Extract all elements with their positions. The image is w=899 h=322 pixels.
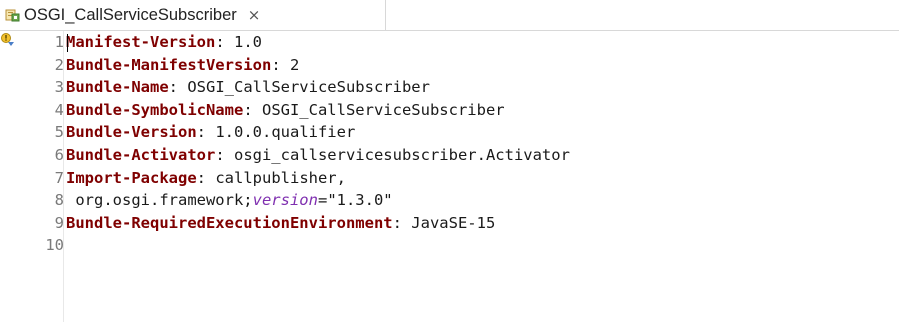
header-value: osgi_callservicesubscriber.Activator <box>233 146 570 164</box>
attribute-name: version <box>252 191 318 210</box>
header-key: Bundle-ManifestVersion <box>66 55 272 74</box>
line-number: 6 <box>54 146 64 164</box>
header-key: Bundle-RequiredExecutionEnvironment <box>66 213 393 232</box>
header-key: Manifest-Version <box>66 33 216 51</box>
code-line[interactable]: Bundle-ManifestVersion: 2 <box>66 54 299 77</box>
manifest-editor[interactable]: 1 2 3 4 5 6 7 8 9 10 Manifest-Version: 1… <box>0 31 899 322</box>
separator: : <box>196 168 216 187</box>
tab-title: OSGI_CallServiceSubscriber <box>24 5 237 24</box>
line-number-gutter: 1 2 3 4 5 6 7 8 9 10 <box>16 31 64 322</box>
close-icon[interactable]: × <box>248 7 261 23</box>
line-number: 2 <box>54 55 64 74</box>
line-number: 8 <box>54 191 64 210</box>
code-line[interactable]: Bundle-RequiredExecutionEnvironment: Jav… <box>66 212 495 235</box>
separator: : <box>243 100 262 119</box>
separator: : <box>215 33 234 51</box>
code-line[interactable]: Bundle-Name: OSGI_CallServiceSubscriber <box>66 76 430 99</box>
header-key: Import-Package <box>66 168 197 187</box>
continuation-value: org.osgi.framework; <box>66 191 253 210</box>
code-line[interactable]: Bundle-SymbolicName: OSGI_CallServiceSub… <box>66 99 505 122</box>
code-area[interactable]: Manifest-Version: 1.0 Bundle-ManifestVer… <box>66 31 896 322</box>
header-value: 1.0 <box>233 33 262 51</box>
attribute-value: "1.3.0" <box>327 191 393 210</box>
separator: : <box>271 55 290 74</box>
line-number: 9 <box>54 213 64 232</box>
line-number: 7 <box>54 168 64 187</box>
code-line[interactable]: Import-Package: callpublisher, <box>66 167 346 190</box>
header-key: Bundle-Activator <box>66 146 216 164</box>
line-number: 3 <box>54 78 64 97</box>
line-number: 4 <box>54 100 64 119</box>
overview-ruler <box>0 31 16 322</box>
header-value: callpublisher, <box>215 168 346 187</box>
separator: : <box>196 123 216 142</box>
line-number: 10 <box>45 236 64 255</box>
header-value: OSGI_CallServiceSubscriber <box>187 78 430 97</box>
separator: : <box>215 146 234 164</box>
manifest-file-icon <box>5 9 20 22</box>
text-caret <box>67 34 68 52</box>
editor-tab-bar: OSGI_CallServiceSubscriber × <box>0 0 899 31</box>
header-value: OSGI_CallServiceSubscriber <box>261 100 505 119</box>
editor-tab[interactable]: OSGI_CallServiceSubscriber × <box>0 0 386 30</box>
header-key: Bundle-SymbolicName <box>66 100 244 119</box>
header-value: 1.0.0.qualifier <box>215 123 356 142</box>
code-line[interactable]: Manifest-Version: 1.0 <box>66 31 262 54</box>
header-value: JavaSE-15 <box>411 213 496 232</box>
header-key: Bundle-Name <box>66 78 169 97</box>
header-key: Bundle-Version <box>66 123 197 142</box>
quick-fix-warning-icon[interactable] <box>0 32 15 47</box>
separator: : <box>168 78 188 97</box>
code-line[interactable]: Bundle-Activator: osgi_callservicesubscr… <box>66 144 570 167</box>
header-value: 2 <box>289 55 300 74</box>
code-line[interactable]: Bundle-Version: 1.0.0.qualifier <box>66 121 355 144</box>
gutter-divider <box>63 31 64 322</box>
line-number: 5 <box>54 123 64 142</box>
code-line[interactable]: org.osgi.framework;version="1.3.0" <box>66 189 393 212</box>
line-number: 1 <box>54 33 64 51</box>
attribute-equals: = <box>317 191 328 210</box>
separator: : <box>392 213 412 232</box>
